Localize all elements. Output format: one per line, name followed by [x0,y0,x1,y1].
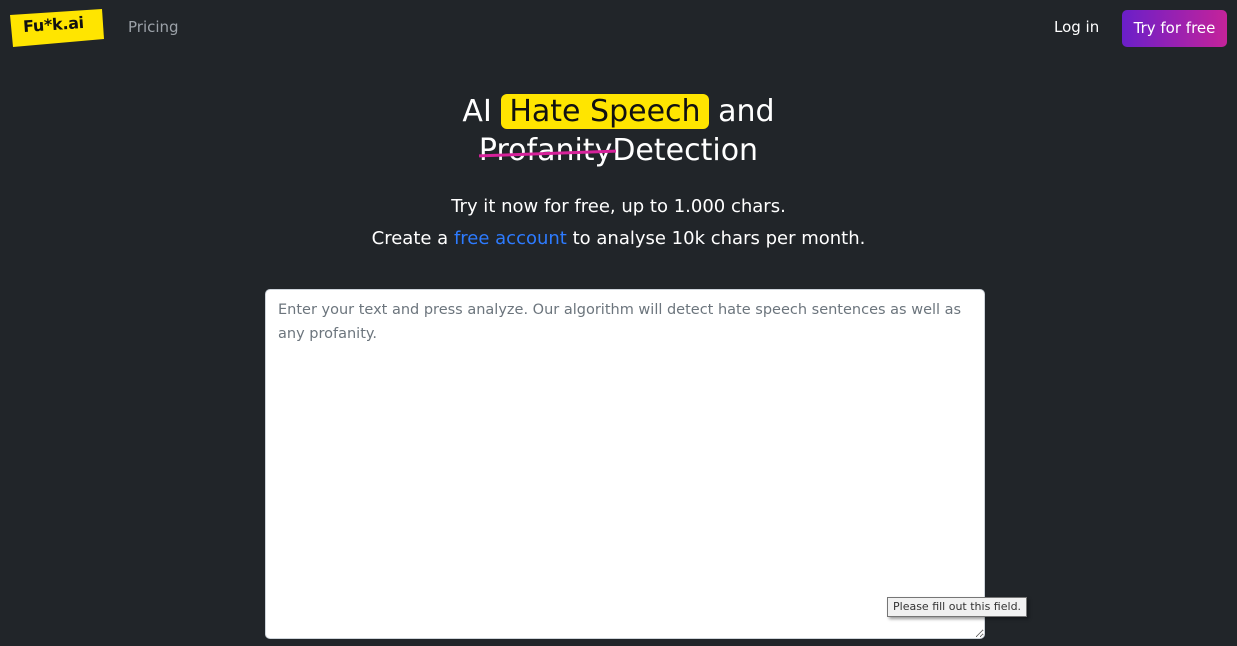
hero-title-highlight: Hate Speech [501,94,709,129]
hero-title-line1: AI Hate Speech and [0,92,1237,132]
try-for-free-button[interactable]: Try for free [1122,10,1227,47]
login-link[interactable]: Log in [1054,18,1099,36]
brand-logo[interactable]: Fu*k.ai [10,9,104,47]
hero-title-prefix: AI [462,94,492,129]
hero-title-line2: ProfanityDetection [0,131,1237,171]
free-account-link[interactable]: free account [454,228,567,249]
nav-link-pricing[interactable]: Pricing [128,18,179,36]
subtitle-create-suffix: to analyse 10k chars per month. [572,228,866,249]
top-navbar: Fu*k.ai Pricing Log in Try for free [0,0,1237,56]
hero-subtitle-line2: Create a free account to analyse 10k cha… [0,227,1237,251]
validation-tooltip: Please fill out this field. [887,597,1028,617]
hero-title-end: Detection [612,133,759,168]
analyzer-textarea-container [265,289,985,639]
subtitle-create-prefix: Create a [371,228,449,249]
hero-title-struck-word: Profanity [479,131,612,171]
analyzer-text-input[interactable] [265,289,985,639]
hero-title-suffix: and [718,94,775,129]
hero-subtitle-line1: Try it now for free, up to 1.000 chars. [451,196,786,217]
